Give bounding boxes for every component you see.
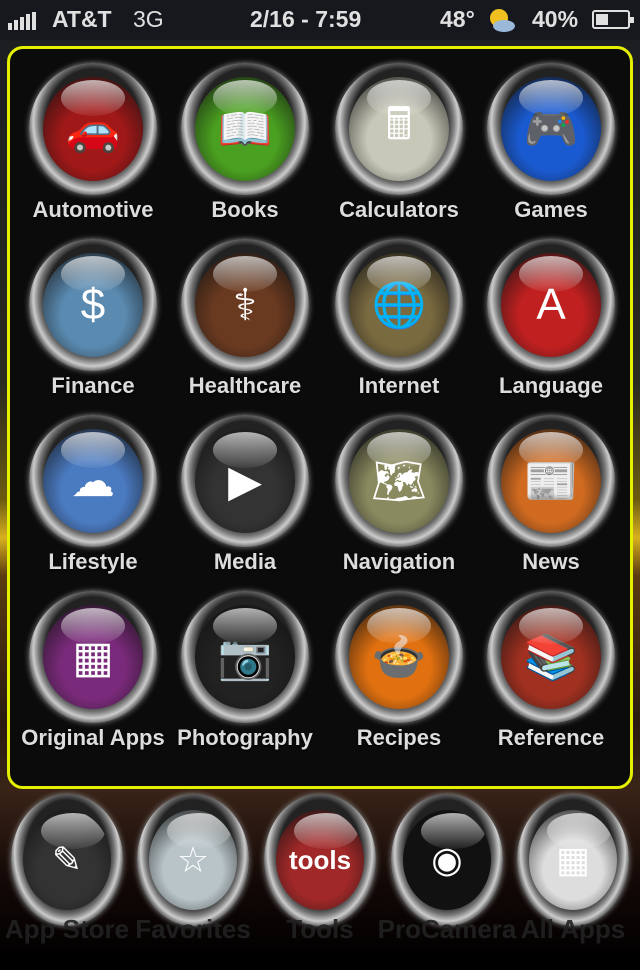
temperature: 48° <box>440 6 475 32</box>
signal-bars-icon <box>8 12 36 30</box>
icon-frame: 🖩 <box>335 63 463 195</box>
icon-frame: $ <box>29 239 157 371</box>
icon-frame: ▶ <box>181 415 309 547</box>
icon-frame: ✎ <box>11 794 123 926</box>
icon-frame: A <box>487 239 615 371</box>
map-icon: 🗺 <box>349 429 449 533</box>
caduceus-icon: ⚕ <box>195 253 295 357</box>
app-icon-finance[interactable]: $ Finance <box>17 225 169 401</box>
date-time: 2/16 - 7:59 <box>250 6 362 32</box>
app-label: Reference <box>497 725 605 750</box>
app-icon-original-apps[interactable]: ▦ Original Apps <box>17 577 169 753</box>
camera-icon: 📷 <box>195 605 295 709</box>
icon-frame: ☁ <box>29 415 157 547</box>
tools-icon: tools <box>276 810 364 910</box>
gamepad-icon: 🎮 <box>501 77 601 181</box>
app-label: News <box>522 549 580 574</box>
rss-icon: 📰 <box>501 429 601 533</box>
app-icon-recipes[interactable]: 🍲 Recipes <box>323 577 475 753</box>
car-icon: 🚗 <box>43 77 143 181</box>
app-icon-games[interactable]: 🎮 Games <box>475 49 627 225</box>
folder-panel: 🚗 Automotive 📖 Books 🖩 Calculators 🎮 Games $ Fina… <box>7 46 633 789</box>
app-icon-automotive[interactable]: 🚗 Automotive <box>17 49 169 225</box>
icon-frame: ◉ <box>391 794 503 926</box>
battery-icon <box>592 10 634 29</box>
media-icon: ▶ <box>195 429 295 533</box>
app-icon-photography[interactable]: 📷 Photography <box>169 577 321 753</box>
app-icon-calculators[interactable]: 🖩 Calculators <box>323 49 475 225</box>
app-icon-books[interactable]: 📖 Books <box>169 49 321 225</box>
book-icon: 📖 <box>195 77 295 181</box>
app-icon-all-apps[interactable]: ▦ All Apps <box>497 794 640 970</box>
status-bar: AT&T 3G 2/16 - 7:59 48° 40% <box>0 0 640 40</box>
finance-icon: $ <box>43 253 143 357</box>
icon-frame: ⚕ <box>181 239 309 371</box>
all-apps-icon: ▦ <box>529 810 617 910</box>
icon-frame: 📖 <box>181 63 309 195</box>
icon-frame: ▦ <box>517 794 629 926</box>
icon-frame: ▦ <box>29 591 157 723</box>
icon-frame: 🎮 <box>487 63 615 195</box>
network-type: 3G <box>133 6 164 32</box>
app-icon-news[interactable]: 📰 News <box>475 401 627 577</box>
battery-percent: 40% <box>532 6 579 32</box>
app-icon-reference[interactable]: 📚 Reference <box>475 577 627 753</box>
app-icon-media[interactable]: ▶ Media <box>169 401 321 577</box>
icon-frame: 🗺 <box>335 415 463 547</box>
icon-frame: 🌐 <box>335 239 463 371</box>
icon-frame: 📷 <box>181 591 309 723</box>
icon-frame: ☆ <box>137 794 249 926</box>
icon-frame: tools <box>264 794 376 926</box>
carrier: AT&T <box>52 6 112 32</box>
app-icon-lifestyle[interactable]: ☁ Lifestyle <box>17 401 169 577</box>
app-icon-internet[interactable]: 🌐 Internet <box>323 225 475 401</box>
books-stack-icon: 📚 <box>501 605 601 709</box>
recipes-icon: 🍲 <box>349 605 449 709</box>
app-pages-icon: ▦ <box>43 605 143 709</box>
app-store-icon: ✎ <box>23 810 111 910</box>
icon-frame: 📰 <box>487 415 615 547</box>
language-icon: A <box>501 253 601 357</box>
app-icon-healthcare[interactable]: ⚕ Healthcare <box>169 225 321 401</box>
pro-camera-icon: ◉ <box>403 810 491 910</box>
app-icon-navigation[interactable]: 🗺 Navigation <box>323 401 475 577</box>
icon-frame: 📚 <box>487 591 615 723</box>
icon-frame: 🚗 <box>29 63 157 195</box>
internet-icon: 🌐 <box>349 253 449 357</box>
lifestyle-icon: ☁ <box>43 429 143 533</box>
app-label: All Apps <box>520 914 626 944</box>
app-label: Games <box>514 197 588 222</box>
icon-frame: 🍲 <box>335 591 463 723</box>
app-icon-language[interactable]: A Language <box>475 225 627 401</box>
star-icon: ☆ <box>149 810 237 910</box>
partly-cloudy-icon <box>490 9 515 32</box>
app-label: Language <box>499 373 603 398</box>
calculator-icon: 🖩 <box>349 77 449 181</box>
